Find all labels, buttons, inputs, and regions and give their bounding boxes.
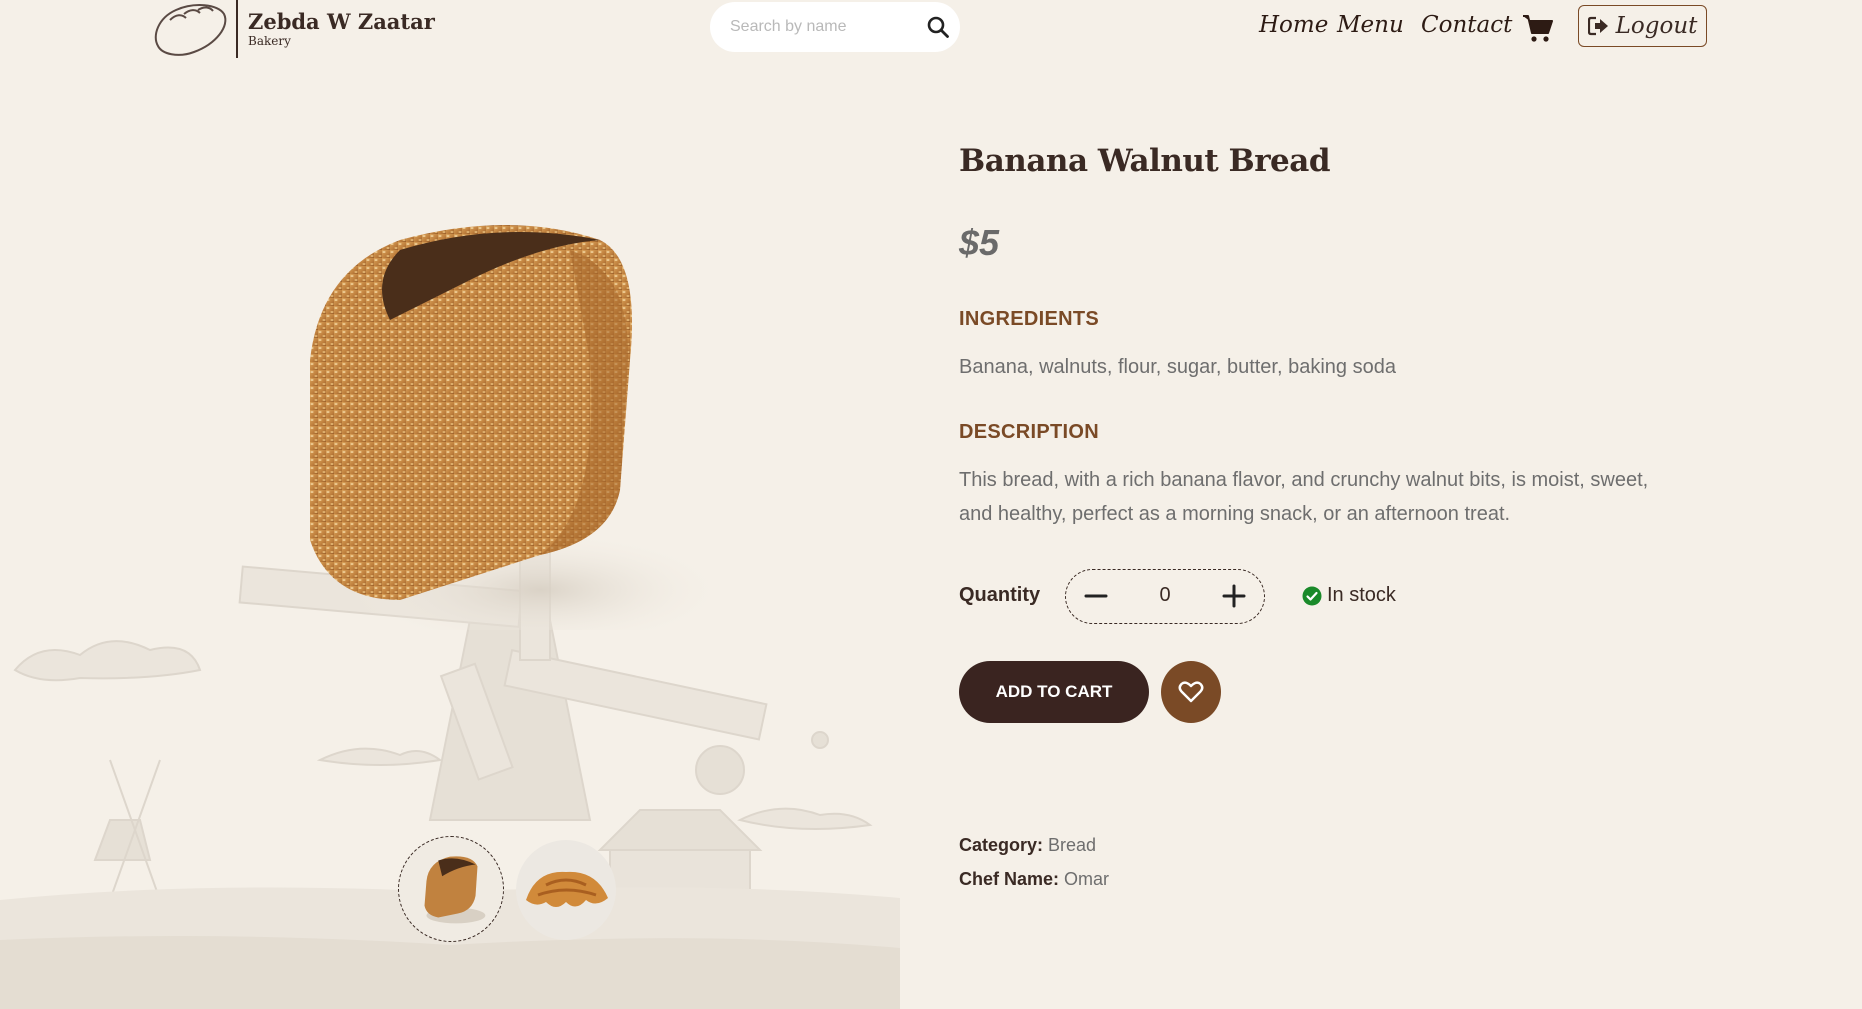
search-bar bbox=[710, 2, 960, 52]
product-price: $5 bbox=[959, 222, 1000, 263]
logout-icon bbox=[1587, 16, 1608, 36]
minus-icon[interactable] bbox=[1080, 580, 1112, 612]
brand-tagline: Bakery bbox=[248, 34, 291, 48]
chef-label: Chef Name: bbox=[959, 869, 1060, 889]
chef-row: Chef Name: Omar bbox=[959, 869, 1109, 890]
add-to-cart-button[interactable]: ADD TO CART bbox=[959, 661, 1149, 723]
logout-button[interactable]: Logout bbox=[1578, 5, 1707, 47]
logout-label: Logout bbox=[1615, 13, 1698, 39]
quantity-value[interactable]: 0 bbox=[1126, 584, 1204, 607]
brand-logo[interactable]: Zebda W Zaatar Bakery bbox=[150, 0, 435, 58]
stock-status: In stock bbox=[1302, 584, 1396, 607]
category-label: Category: bbox=[959, 835, 1044, 855]
product-image bbox=[310, 225, 730, 630]
description-line-2: and healthy, perfect as a morning snack,… bbox=[959, 503, 1511, 525]
heart-icon bbox=[1178, 681, 1204, 703]
thumbnail-croissant[interactable] bbox=[516, 840, 616, 940]
quantity-label: Quantity bbox=[959, 584, 1041, 606]
brand-name: Zebda W Zaatar bbox=[248, 9, 435, 34]
product-title: Banana Walnut Bread bbox=[959, 143, 1331, 179]
description-line-1: This bread, with a rich banana flavor, a… bbox=[959, 469, 1649, 491]
stock-label: In stock bbox=[1327, 584, 1396, 606]
bread-logo-icon bbox=[154, 4, 227, 56]
favorite-button[interactable] bbox=[1161, 661, 1221, 723]
ingredients-heading: INGREDIENTS bbox=[959, 308, 1099, 330]
quantity-stepper: 0 bbox=[1065, 569, 1265, 624]
cart-icon[interactable] bbox=[1522, 13, 1554, 43]
ingredients-text: Banana, walnuts, flour, sugar, butter, b… bbox=[959, 356, 1396, 378]
nav-menu[interactable]: Menu bbox=[1337, 12, 1404, 38]
check-circle-icon bbox=[1302, 586, 1322, 605]
category-value: Bread bbox=[1048, 835, 1097, 855]
thumbnail-bread[interactable] bbox=[398, 836, 504, 942]
plus-icon[interactable] bbox=[1218, 580, 1250, 612]
nav-home[interactable]: Home bbox=[1259, 12, 1328, 38]
nav-contact[interactable]: Contact bbox=[1421, 12, 1512, 38]
search-icon[interactable] bbox=[926, 15, 950, 39]
description-heading: DESCRIPTION bbox=[959, 421, 1099, 443]
search-input[interactable] bbox=[728, 17, 912, 37]
category-row: Category: Bread bbox=[959, 835, 1096, 856]
logo-divider bbox=[236, 0, 238, 58]
chef-value: Omar bbox=[1064, 869, 1110, 889]
